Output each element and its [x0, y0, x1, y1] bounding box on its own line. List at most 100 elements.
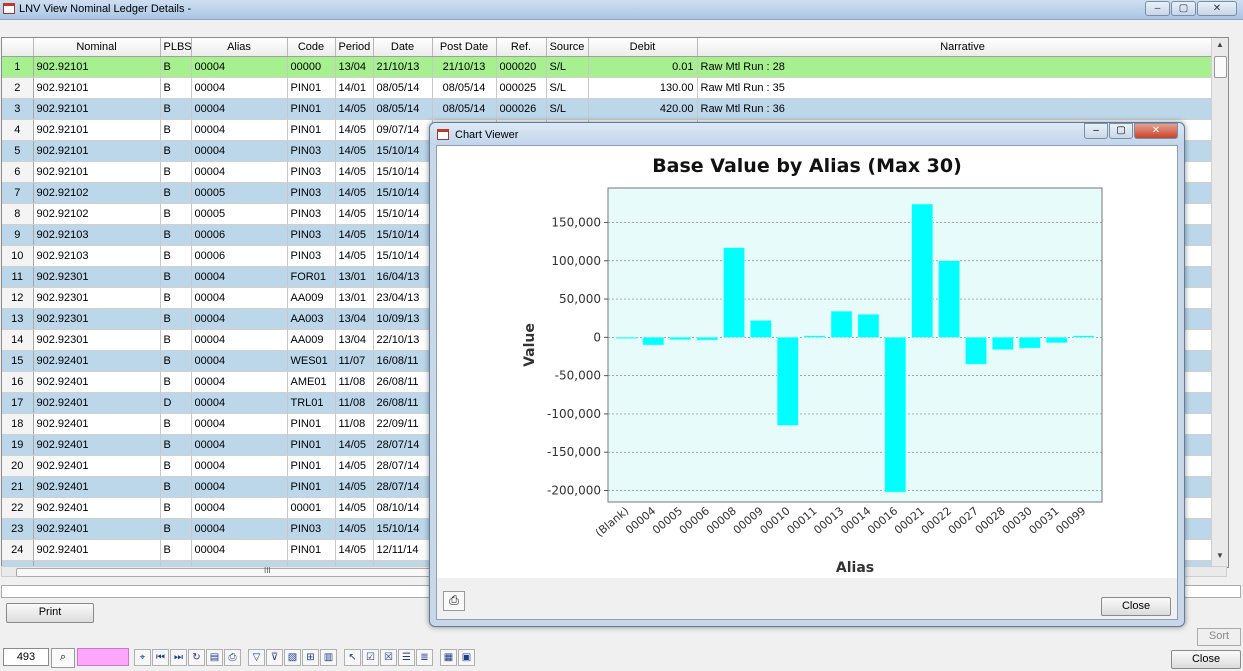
column-header-period[interactable]: Period — [335, 38, 374, 57]
cell-nominal: 902.92102 — [33, 203, 161, 225]
bar-00004 — [642, 337, 665, 346]
cell-date: 16/08/11 — [373, 350, 433, 372]
search-icon[interactable]: ⌕ — [51, 648, 75, 668]
dialog-close-button[interactable]: Close — [1101, 597, 1171, 616]
cell-debit: 0.01 — [588, 56, 698, 78]
cell-plbs: B — [160, 182, 192, 204]
list-icon[interactable]: ☰ — [398, 649, 415, 666]
table-row[interactable]: 2 902.92101 B 00004 PIN01 14/01 08/05/14 08/05/… — [2, 77, 1228, 99]
scroll-down-icon[interactable]: ▼ — [1212, 551, 1228, 565]
chart-icon[interactable]: ▥ — [320, 649, 337, 666]
cell-date: 22/10/13 — [373, 329, 433, 351]
dialog-title: Chart Viewer — [455, 129, 519, 141]
cell-row-number: 3 — [2, 98, 34, 120]
scroll-up-icon[interactable]: ▲ — [1212, 40, 1228, 54]
column-header-source[interactable]: Source — [546, 38, 589, 57]
cell-period: 14/05 — [335, 245, 374, 267]
cell-code: PIN03 — [287, 161, 336, 183]
cell-period: 13/04 — [335, 56, 374, 78]
cell-code: PIN01 — [287, 413, 336, 435]
chart-print-icon[interactable]: ⎙ — [443, 591, 465, 611]
layout-icon[interactable]: ▦ — [440, 649, 457, 666]
table-row[interactable]: 3 902.92101 B 00004 PIN01 14/05 08/05/14 08/05/… — [2, 98, 1228, 120]
print-button[interactable]: Print — [6, 603, 94, 623]
column-header-debit[interactable]: Debit — [588, 38, 698, 57]
cell-period: 14/05 — [335, 203, 374, 225]
filter-clear-icon[interactable]: ⊽ — [266, 649, 283, 666]
cell-row-number: 2 — [2, 77, 34, 99]
chart-title: Base Value by Alias (Max 30) — [652, 155, 962, 177]
window-icon[interactable]: ▣ — [458, 649, 475, 666]
cell-code: FOR01 — [287, 266, 336, 288]
cell-code: AME01 — [287, 371, 336, 393]
cell-period: 13/01 — [335, 266, 374, 288]
cell-code: TRL01 — [287, 392, 336, 414]
cell-narrative: Raw Mtl Run : 35 — [697, 77, 1228, 99]
column-header-nominal[interactable]: Nominal — [33, 38, 161, 57]
close-button[interactable]: Close — [1171, 650, 1241, 669]
refresh-icon[interactable]: ↻ — [188, 649, 205, 666]
cell-nominal: 902.92401 — [33, 434, 161, 456]
y-tick-label: 0 — [593, 330, 601, 344]
table-row[interactable]: 1 902.92101 B 00004 00000 13/04 21/10/13 21/10/… — [2, 56, 1228, 78]
column-header-ref[interactable]: Ref. — [496, 38, 547, 57]
cell-date: 15/10/14 — [373, 140, 433, 162]
column-header-plbs[interactable]: PLBS — [160, 38, 192, 57]
bar-00030 — [1019, 337, 1041, 349]
column-header-date[interactable]: Date — [373, 38, 433, 57]
cell-alias: 00004 — [191, 308, 288, 330]
column-header-narrative[interactable]: Narrative — [697, 38, 1228, 57]
bar-00021 — [911, 203, 933, 338]
cell-nominal: 902.92301 — [33, 287, 161, 309]
vertical-scrollbar[interactable]: ▲ ▼ — [1211, 38, 1228, 567]
checkbox-icon[interactable]: ☑ — [362, 649, 379, 666]
cell-plbs: B — [160, 245, 192, 267]
vertical-scroll-thumb[interactable] — [1214, 56, 1227, 78]
cell-date: 08/05/14 — [373, 77, 433, 99]
cell-period: 11/08 — [335, 392, 374, 414]
cell-code: PIN03 — [287, 245, 336, 267]
uncheck-icon[interactable]: ☒ — [380, 649, 397, 666]
cell-alias: 00004 — [191, 497, 288, 519]
cell-alias: 00004 — [191, 77, 288, 99]
filter-icon[interactable]: ▽ — [248, 649, 265, 666]
cell-code: AA009 — [287, 329, 336, 351]
cell-narrative: Raw Mtl Run : 36 — [697, 98, 1228, 120]
window-close-button[interactable]: ✕ — [1197, 1, 1237, 16]
pdf-icon[interactable]: ▧ — [284, 649, 301, 666]
cell-period: 11/07 — [335, 350, 374, 372]
cell-period: 11/08 — [335, 413, 374, 435]
column-header-code[interactable]: Code — [287, 38, 336, 57]
minimize-button[interactable]: – — [1145, 1, 1170, 16]
cell-period: 14/05 — [335, 434, 374, 456]
grid-header-row: Nominal PLBS Alias Code Period Date Post Date R… — [2, 38, 1228, 57]
cell-nominal: 902.92101 — [33, 140, 161, 162]
dialog-maximize-button[interactable]: ▢ — [1109, 123, 1133, 139]
excel-icon[interactable]: ⊞ — [302, 649, 319, 666]
column-header-post-date[interactable]: Post Date — [432, 38, 497, 57]
cell-row-number: 18 — [2, 413, 34, 435]
cell-plbs: B — [160, 308, 192, 330]
columns-icon[interactable]: ≣ — [416, 649, 433, 666]
column-header-alias[interactable]: Alias — [191, 38, 288, 57]
printer-icon[interactable]: ⎙ — [224, 649, 241, 666]
column-header-row-number[interactable] — [2, 38, 34, 57]
y-tick-label: 100,000 — [551, 254, 601, 268]
binoculars-icon[interactable]: ⌖ — [134, 649, 151, 666]
y-tick-label: 150,000 — [551, 215, 601, 229]
cell-code: PIN01 — [287, 77, 336, 99]
cell-plbs: B — [160, 350, 192, 372]
clipboard-icon[interactable]: ▤ — [206, 649, 223, 666]
cell-date: 09/07/14 — [373, 119, 433, 141]
dialog-close-x-button[interactable]: ✕ — [1134, 123, 1178, 139]
cell-plbs: B — [160, 140, 192, 162]
maximize-button[interactable]: ▢ — [1171, 1, 1196, 16]
first-record-icon[interactable]: ⏮ — [152, 649, 169, 666]
cell-period: 14/05 — [335, 224, 374, 246]
last-record-icon[interactable]: ⏭ — [170, 649, 187, 666]
pointer-icon[interactable]: ↖ — [344, 649, 361, 666]
bar-00005 — [669, 337, 691, 340]
sort-button[interactable]: Sort — [1197, 628, 1241, 646]
dialog-minimize-button[interactable]: – — [1084, 123, 1108, 139]
search-input[interactable] — [77, 648, 129, 666]
